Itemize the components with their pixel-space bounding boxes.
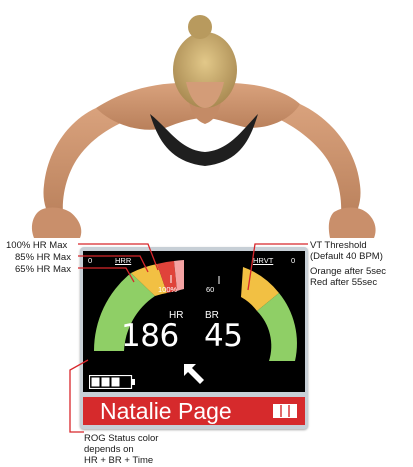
br-gauge-zero: 0 — [291, 256, 296, 265]
annotation-hr-max-65: 65% HR Max — [15, 264, 71, 275]
battery-icon — [89, 375, 135, 389]
athlete-photo — [31, 15, 376, 238]
annotation-vt-threshold: VT Threshold — [310, 240, 367, 251]
athlete-name: Natalie Page — [100, 398, 232, 424]
arrow-up-left-icon — [184, 364, 204, 384]
battery-cell — [101, 377, 110, 387]
annotation-rog-formula: HR + BR + Time — [84, 455, 154, 466]
annotation-rog-status: ROG Status color — [84, 433, 159, 444]
battery-cell — [91, 377, 100, 387]
annotation-hr-max-100: 100% HR Max — [6, 240, 68, 251]
annotation-rog-depends: depends on — [84, 444, 134, 455]
hr-gauge-pct-label: 100% — [158, 285, 178, 294]
battery-cell — [122, 378, 130, 387]
annotation-hr-max-85: 85% HR Max — [15, 252, 71, 263]
hr-gauge-label: HRR — [115, 256, 132, 265]
battery-cell — [111, 377, 120, 387]
br-gauge-tick-value: 60 — [206, 285, 215, 294]
hr-value: 186 — [121, 318, 179, 354]
heart-rate-display-device: 0 HRR 100% 60 HRVT 0 HR BR 186 45 Natali… — [80, 247, 308, 429]
annotation-vt-default: (Default 40 BPM) — [310, 251, 383, 262]
br-value: 45 — [204, 318, 243, 354]
hr-gauge-zero: 0 — [88, 256, 93, 265]
annotation-vt-red: Red after 55sec — [310, 277, 378, 288]
card-icon — [273, 404, 297, 418]
battery-cells — [91, 377, 130, 387]
annotation-vt-orange: Orange after 5sec — [310, 266, 387, 277]
device-screen: 0 HRR 100% 60 HRVT 0 HR BR 186 45 — [83, 251, 305, 392]
rog-status-bar: Natalie Page — [83, 397, 305, 425]
br-gauge-label: HRVT — [253, 256, 274, 265]
